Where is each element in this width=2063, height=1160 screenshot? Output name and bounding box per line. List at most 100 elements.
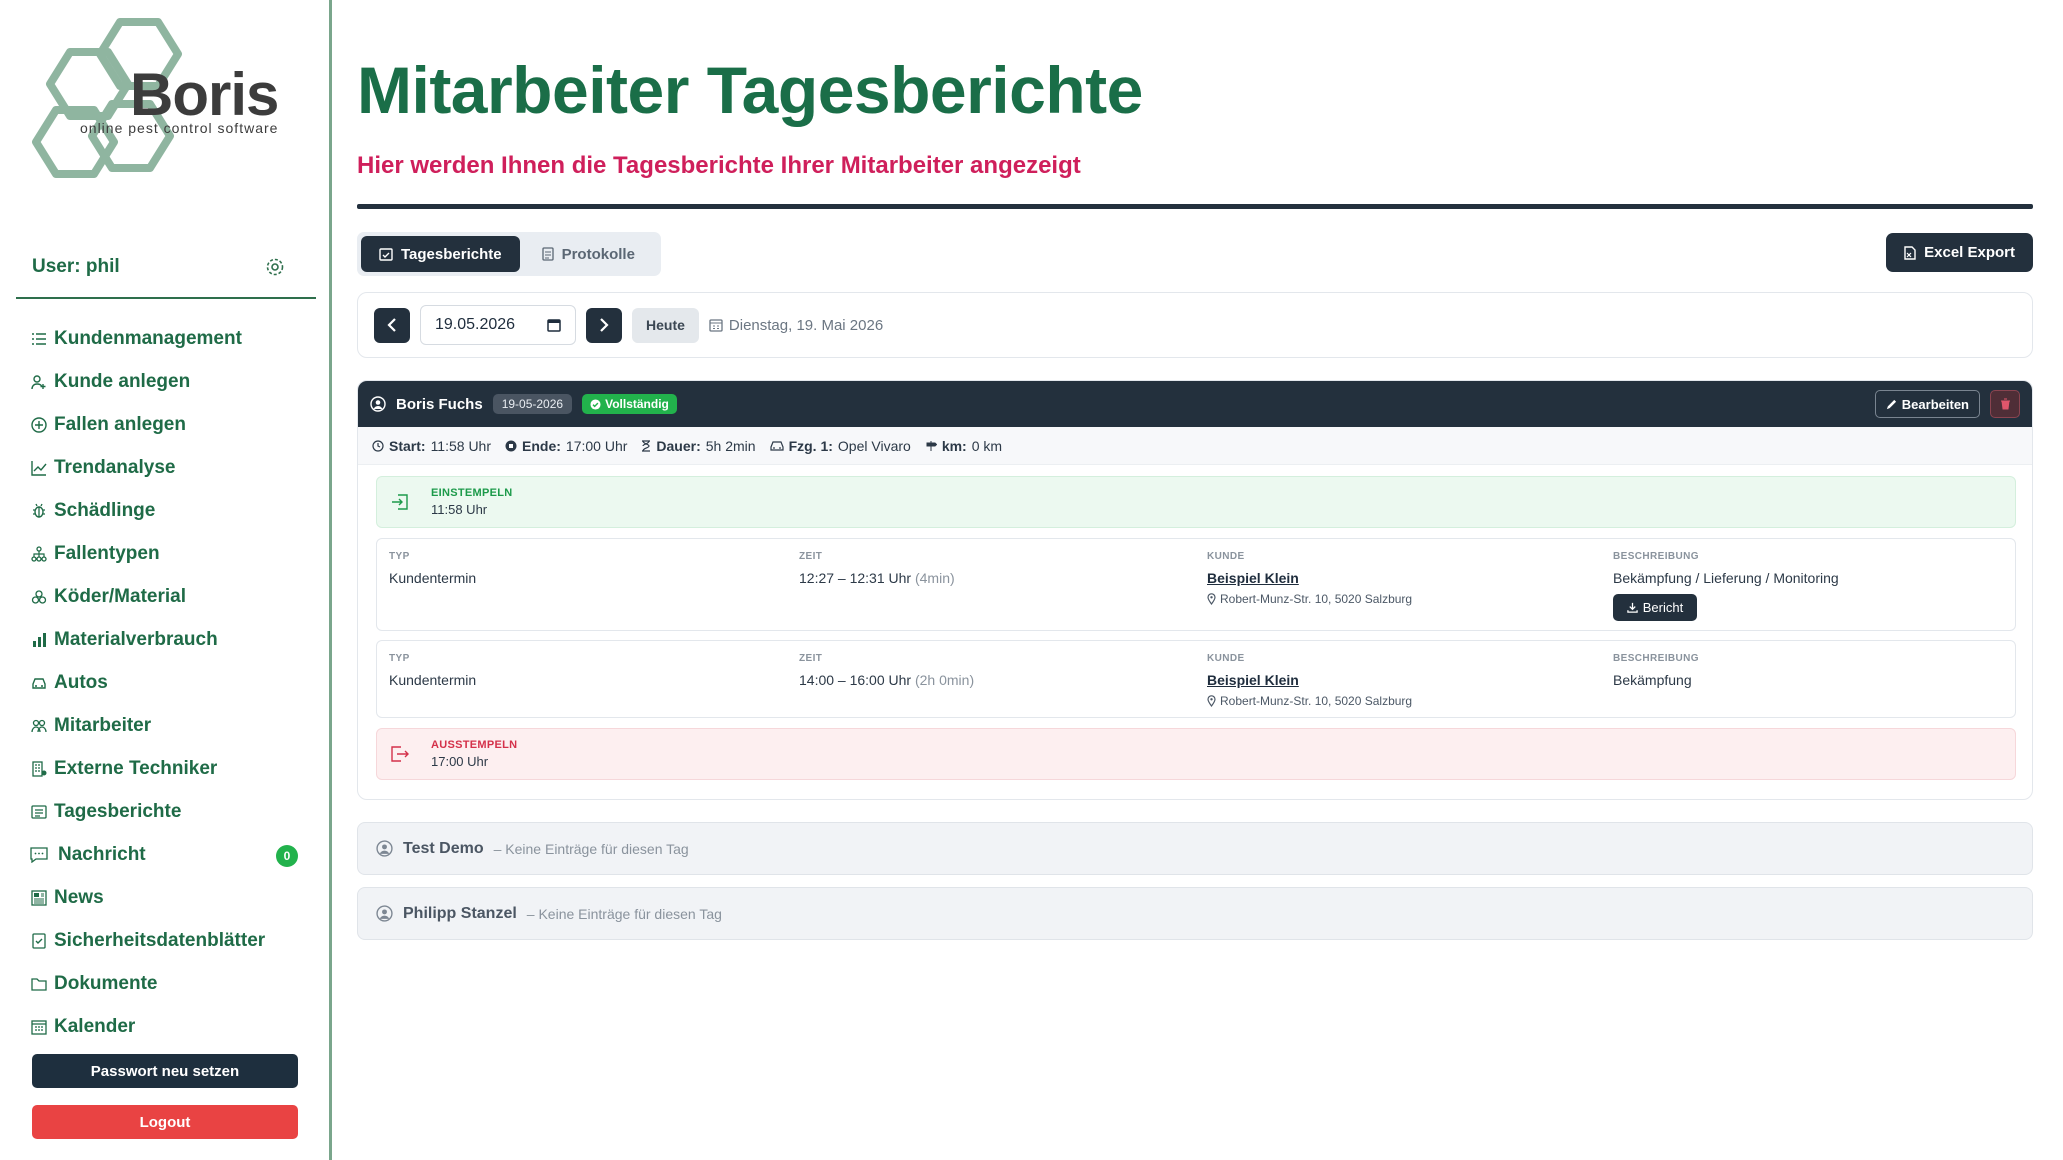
sidebar-item-label: Nachricht xyxy=(58,843,146,865)
date-input-value: 19.05.2026 xyxy=(435,316,516,333)
entry-description: BESCHREIBUNG Bekämpfung / Lieferung / Mo… xyxy=(1613,551,1839,621)
car-icon xyxy=(769,440,784,451)
car-icon xyxy=(30,674,48,692)
report-card-header[interactable]: Boris Fuchs 19-05-2026 Vollständig Bearb… xyxy=(358,381,2032,427)
entry-time: ZEIT 14:00 – 16:00 Uhr (2h 0min) xyxy=(799,653,975,688)
date-input[interactable]: 19.05.2026 xyxy=(420,305,576,345)
sidebar-item-kunde-anlegen[interactable]: Kunde anlegen xyxy=(30,360,310,403)
tab-protokolle[interactable]: Protokolle xyxy=(524,236,653,272)
brand-tagline: online pest control software xyxy=(80,120,279,136)
sidebar-item-schaedlinge[interactable]: Schädlinge xyxy=(30,489,310,532)
customer-address: Robert-Munz-Str. 10, 5020 Salzburg xyxy=(1207,592,1412,606)
meta-start: Start: 11:58 Uhr xyxy=(372,438,491,454)
map-pin-icon xyxy=(1207,695,1216,707)
calendar-icon xyxy=(709,319,723,332)
employee-name: Boris Fuchs xyxy=(396,395,483,413)
employee-name: Test Demo xyxy=(403,839,484,857)
no-entries-note: – Keine Einträge für diesen Tag xyxy=(493,840,689,857)
employee-row-collapsed[interactable]: Test Demo – Keine Einträge für diesen Ta… xyxy=(357,822,2033,875)
sidebar-item-fallentypen[interactable]: Fallentypen xyxy=(30,532,310,575)
customer-link[interactable]: Beispiel Klein xyxy=(1207,672,1412,688)
page-title: Mitarbeiter Tagesberichte xyxy=(357,53,1143,127)
sidebar-item-tagesberichte[interactable]: Tagesberichte xyxy=(30,790,310,833)
employee-row-collapsed[interactable]: Philipp Stanzel – Keine Einträge für die… xyxy=(357,887,2033,940)
download-icon xyxy=(1627,602,1638,613)
sidebar-item-label: Materialverbrauch xyxy=(54,628,218,650)
trash-icon xyxy=(2000,398,2010,410)
sidebar-item-label: Fallen anlegen xyxy=(54,413,186,435)
check-doc-icon xyxy=(30,932,48,950)
sidebar-item-label: Kunde anlegen xyxy=(54,370,191,392)
sidebar-item-materialverbrauch[interactable]: Materialverbrauch xyxy=(30,618,310,661)
sidebar-item-sicherheitsdatenblaetter[interactable]: Sicherheitsdatenblätter xyxy=(30,919,310,962)
sidebar-item-label: Kundenmanagement xyxy=(54,327,242,349)
user-circle-icon xyxy=(370,396,386,412)
sidebar-item-news[interactable]: News xyxy=(30,876,310,919)
clock-in-time: 11:58 Uhr xyxy=(431,502,488,517)
entry-type: TYP Kundentermin xyxy=(389,653,477,688)
customer-link[interactable]: Beispiel Klein xyxy=(1207,570,1412,586)
meta-km: km: 0 km xyxy=(925,438,1002,454)
employee-name: Philipp Stanzel xyxy=(403,904,517,922)
gear-icon[interactable] xyxy=(264,256,286,278)
report-download-button[interactable]: Bericht xyxy=(1613,594,1697,621)
entry-customer: KUNDE Beispiel Klein Robert-Munz-Str. 10… xyxy=(1207,551,1413,606)
user-circle-icon xyxy=(376,840,393,857)
today-button[interactable]: Heute xyxy=(632,307,699,343)
edit-button[interactable]: Bearbeiten xyxy=(1874,390,1980,418)
sidebar-item-label: Köder/Material xyxy=(54,585,186,607)
newspaper-icon xyxy=(30,889,48,907)
chart-line-icon xyxy=(30,459,48,477)
entry-row: TYP Kundentermin ZEIT 14:00 – 16:00 Uhr … xyxy=(376,640,2016,718)
sidebar-item-label: Fallentypen xyxy=(54,542,160,564)
sidebar-item-externe-techniker[interactable]: Externe Techniker xyxy=(30,747,310,790)
list-icon xyxy=(30,330,48,348)
meta-end: Ende: 17:00 Uhr xyxy=(505,438,627,454)
date-badge: 19-05-2026 xyxy=(492,394,573,414)
map-pin-icon xyxy=(1207,593,1216,605)
sidebar: Boris online pest control software User:… xyxy=(0,0,332,1160)
sidebar-item-kundenmanagement[interactable]: Kundenmanagement xyxy=(30,317,310,360)
sidebar-item-label: Autos xyxy=(54,671,108,693)
sidebar-item-koeder-material[interactable]: Köder/Material xyxy=(30,575,310,618)
sidebar-item-nachricht[interactable]: Nachricht 0 xyxy=(30,833,310,876)
chevron-right-icon xyxy=(600,318,609,332)
sidebar-item-label: Schädlinge xyxy=(54,499,156,521)
excel-export-label: Excel Export xyxy=(1924,244,2015,261)
signpost-icon xyxy=(926,440,937,451)
sidebar-item-dokumente[interactable]: Dokumente xyxy=(30,962,310,1005)
logout-button[interactable]: Logout xyxy=(32,1105,298,1139)
sidebar-item-fallen-anlegen[interactable]: Fallen anlegen xyxy=(30,403,310,446)
sidebar-item-trendanalyse[interactable]: Trendanalyse xyxy=(30,446,310,489)
sign-out-icon xyxy=(391,746,413,762)
calendar-check-icon xyxy=(379,248,393,261)
boxes-icon xyxy=(30,588,48,606)
report-icon xyxy=(30,803,48,821)
file-excel-icon xyxy=(1904,245,1916,260)
entry-customer: KUNDE Beispiel Klein Robert-Munz-Str. 10… xyxy=(1207,653,1413,708)
excel-export-button[interactable]: Excel Export xyxy=(1886,233,2033,272)
hourglass-icon xyxy=(642,439,651,452)
brand-logo[interactable]: Boris online pest control software xyxy=(30,14,310,184)
long-date-text: Dienstag, 19. Mai 2026 xyxy=(728,316,884,334)
sidebar-item-autos[interactable]: Autos xyxy=(30,661,310,704)
reset-password-button[interactable]: Passwort neu setzen xyxy=(32,1054,298,1088)
sidebar-item-kalender[interactable]: Kalender xyxy=(30,1005,310,1048)
tab-tagesberichte[interactable]: Tagesberichte xyxy=(361,236,520,272)
tab-label: Tagesberichte xyxy=(401,245,502,263)
sidebar-item-label: Trendanalyse xyxy=(54,456,176,478)
previous-day-button[interactable] xyxy=(374,307,410,343)
entry-row: TYP Kundentermin ZEIT 12:27 – 12:31 Uhr … xyxy=(376,538,2016,631)
delete-button[interactable] xyxy=(1990,390,2020,418)
clock-icon xyxy=(372,439,384,452)
calendar-icon[interactable] xyxy=(547,318,561,332)
document-icon xyxy=(541,247,554,261)
sidebar-item-label: Kalender xyxy=(54,1015,136,1037)
status-label: Vollständig xyxy=(605,397,669,411)
meta-duration: Dauer: 5h 2min xyxy=(641,438,756,454)
clock-out-row: AUSSTEMPELN 17:00 Uhr xyxy=(376,728,2016,780)
bug-icon xyxy=(30,502,48,520)
next-day-button[interactable] xyxy=(586,307,622,343)
report-card: Boris Fuchs 19-05-2026 Vollständig Bearb… xyxy=(357,380,2033,800)
sidebar-item-mitarbeiter[interactable]: Mitarbeiter xyxy=(30,704,310,747)
